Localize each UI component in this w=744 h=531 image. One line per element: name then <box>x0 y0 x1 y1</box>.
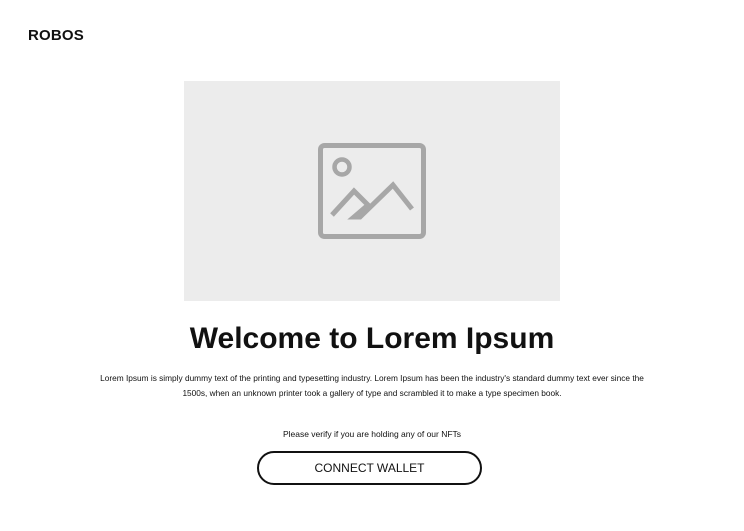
connect-wallet-button-label: CONNECT WALLET <box>314 461 425 475</box>
brand-logo: ROBOS <box>28 27 85 44</box>
hero-image-placeholder <box>184 81 560 301</box>
description-text: Lorem Ipsum is simply dummy text of the … <box>100 373 644 398</box>
connect-wallet-button[interactable]: CONNECT WALLET <box>257 451 482 485</box>
verify-prompt: Please verify if you are holding any of … <box>282 429 462 439</box>
page-title: Welcome to Lorem Ipsum <box>189 322 555 355</box>
image-placeholder-icon <box>318 143 426 239</box>
